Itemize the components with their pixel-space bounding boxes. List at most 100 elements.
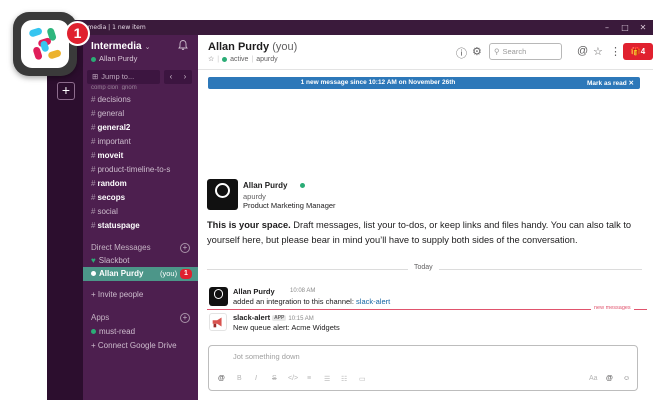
hash-icon: #: [91, 123, 96, 132]
jump-to-button[interactable]: ⊞ Jump to...: [87, 70, 160, 84]
workspace-name-label: Intermedia: [91, 41, 142, 52]
italic-button[interactable]: I: [255, 375, 257, 382]
avatar[interactable]: [209, 287, 228, 306]
banner-message: 1 new message since 10:12 AM on November…: [300, 79, 456, 86]
bold-button[interactable]: B: [237, 375, 242, 382]
presence-active-icon: [300, 183, 305, 188]
presence-active-icon: [91, 271, 96, 277]
invite-people-link[interactable]: + Invite people: [91, 290, 143, 299]
whats-new-button[interactable]: 🎁4: [623, 43, 653, 60]
more-icon[interactable]: ⋮: [610, 45, 621, 58]
channel-moveit[interactable]: # moveit: [91, 151, 123, 160]
strike-button[interactable]: S: [272, 375, 277, 382]
mark-as-read-button[interactable]: Mark as read ✕: [587, 79, 634, 87]
direct-messages-header[interactable]: Direct Messages: [91, 243, 151, 252]
emoji-icon[interactable]: ☺: [623, 375, 630, 382]
connect-google-drive-link[interactable]: + Connect Google Drive: [91, 341, 177, 350]
megaphone-glyph: [212, 317, 222, 328]
code-button[interactable]: </>: [288, 375, 298, 382]
avatar[interactable]: [207, 179, 238, 210]
current-user-name: Allan Purdy: [99, 54, 138, 63]
format-toggle-button[interactable]: Aa: [589, 375, 598, 382]
conversation-title: Allan Purdy (you): [208, 41, 297, 53]
hash-icon: #: [91, 179, 96, 188]
paperclip-icon[interactable]: @: [218, 375, 225, 382]
hash-icon: #: [91, 151, 96, 160]
history-nav: ‹ ›: [164, 70, 192, 84]
slack-window: ck | Intermedia | 1 new item – □ ✕ + Int…: [0, 0, 653, 400]
back-arrow-icon[interactable]: ‹: [164, 70, 178, 84]
hash-icon: #: [91, 165, 96, 174]
channel-secops[interactable]: # secops: [91, 193, 125, 202]
app-must-read[interactable]: must-read: [91, 327, 135, 336]
numbered-list-button[interactable]: ☷: [341, 375, 347, 383]
clipped-channel[interactable]: comp clon_gnom: [91, 85, 137, 90]
add-workspace-button[interactable]: +: [57, 82, 75, 100]
star-icon[interactable]: ☆: [208, 56, 214, 63]
gear-icon[interactable]: ⚙: [472, 45, 482, 58]
message-author[interactable]: Allan Purdy: [233, 287, 275, 296]
hash-icon: #: [91, 137, 96, 146]
gift-icon: 🎁: [630, 47, 641, 56]
minimize-icon[interactable]: –: [600, 22, 614, 33]
presence-active-icon: [91, 329, 96, 335]
channel-sidebar: Intermedia ⌄ Allan Purdy ⊞ Jump to... ‹ › …: [83, 35, 198, 400]
channel-general2[interactable]: # general2: [91, 123, 130, 132]
channel-social[interactable]: # social: [91, 207, 118, 216]
search-input[interactable]: ⚲ Search: [489, 43, 562, 60]
new-messages-divider: [207, 309, 647, 310]
conversation-header: Allan Purdy (you) ☆ | active | apurdy ⓘ ⚙ ⚲ S…: [198, 35, 653, 70]
add-dm-plus-icon[interactable]: +: [180, 243, 190, 253]
presence-active-icon: [222, 56, 228, 62]
heart-icon: ♥: [91, 256, 96, 265]
hash-icon: #: [91, 221, 96, 230]
code-block-button[interactable]: ▭: [359, 375, 366, 383]
mention-icon[interactable]: @: [577, 45, 588, 57]
add-app-plus-icon[interactable]: +: [180, 313, 190, 323]
channel-important[interactable]: # important: [91, 137, 131, 146]
quote-button[interactable]: ≡: [307, 375, 311, 382]
slack-logo-icon: [21, 20, 69, 68]
gift-count: 4: [640, 47, 646, 56]
channel-product-timeline[interactable]: # product-timeline-to-s: [91, 165, 170, 174]
conversation-you-label: (you): [272, 41, 298, 53]
info-icon[interactable]: ⓘ: [456, 45, 467, 61]
bell-icon[interactable]: [177, 39, 189, 51]
megaphone-icon[interactable]: [209, 313, 227, 331]
channel-random[interactable]: # random: [91, 179, 127, 188]
intro-description: This is your space. Draft messages, list…: [207, 218, 642, 248]
new-messages-banner[interactable]: 1 new message since 10:12 AM on November…: [208, 77, 640, 89]
maximize-icon[interactable]: □: [618, 22, 632, 33]
hash-icon: #: [91, 109, 96, 118]
current-user: Allan Purdy: [91, 54, 137, 63]
conversation-name: Allan Purdy: [208, 41, 270, 53]
status-text: active: [230, 56, 249, 63]
intro-name[interactable]: Allan Purdy: [243, 181, 287, 190]
forward-arrow-icon[interactable]: ›: [178, 70, 192, 84]
dm-slackbot[interactable]: ♥ Slackbot: [91, 256, 129, 265]
message-author[interactable]: slack-alert APP 10:15 AM: [233, 313, 314, 322]
dm-allan-purdy-active[interactable]: Allan Purdy (you) 1: [83, 267, 198, 281]
apps-header[interactable]: Apps: [91, 313, 109, 322]
mention-icon[interactable]: @: [606, 375, 613, 382]
channel-general[interactable]: # general: [91, 109, 124, 118]
close-icon[interactable]: ✕: [636, 22, 650, 33]
slack-app-icon[interactable]: 1: [13, 12, 90, 76]
jump-to-label: Jump to...: [101, 72, 135, 81]
message-timestamp[interactable]: 10:15 AM: [288, 316, 313, 322]
star-icon[interactable]: ☆: [593, 45, 603, 58]
bullet-list-button[interactable]: ☰: [324, 375, 330, 383]
channel-statuspage[interactable]: # statuspage: [91, 221, 140, 230]
channel-decisions[interactable]: # decisions: [91, 95, 131, 104]
dm-active-name: Allan Purdy: [91, 269, 143, 278]
app-notification-badge: 1: [65, 21, 90, 46]
intro-role: Product Marketing Manager: [243, 201, 336, 210]
workspace-name[interactable]: Intermedia ⌄: [91, 41, 150, 52]
message-timestamp[interactable]: 10:08 AM: [290, 288, 315, 294]
user-handle: apurdy: [256, 56, 278, 63]
message-composer[interactable]: Jot something down @ B I S </> ≡ ☰ ☷ ▭ A…: [208, 345, 638, 391]
search-icon: ⚲: [494, 47, 500, 56]
app-tag-badge: APP: [272, 315, 287, 322]
unread-badge: 1: [180, 269, 192, 279]
slack-alert-link[interactable]: slack-alert: [356, 297, 390, 306]
